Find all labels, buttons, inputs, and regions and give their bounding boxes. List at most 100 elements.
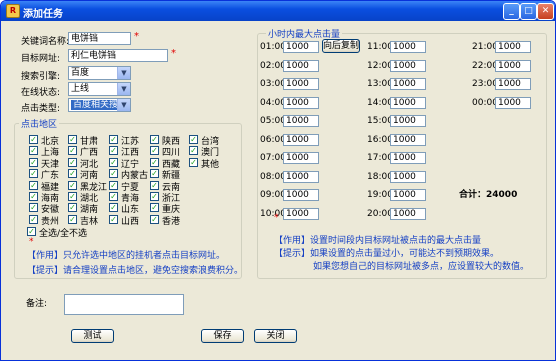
online-status-select[interactable]: 上线 ▼ [68, 82, 131, 96]
target-url-label: 目标网址: [21, 54, 61, 64]
hour-max-clicks-input[interactable]: 1000 [390, 115, 426, 127]
region-checkbox[interactable]: ✓ [68, 192, 77, 201]
region-label: 贵州 [41, 216, 60, 227]
search-engine-select[interactable]: 百度 ▼ [68, 66, 131, 80]
region-checkbox[interactable]: ✓ [109, 135, 118, 144]
app-icon: R [6, 4, 20, 18]
close-button[interactable]: 关闭 [254, 329, 297, 343]
region-checkbox[interactable]: ✓ [68, 146, 77, 156]
remark-label: 备注: [26, 299, 48, 309]
region-checkbox[interactable]: ✓ [29, 146, 38, 156]
region-checkbox[interactable]: ✓ [109, 169, 118, 179]
region-checkbox[interactable]: ✓ [68, 180, 77, 190]
region-checkbox[interactable]: ✓ [68, 157, 77, 167]
region-checkbox[interactable]: ✓ [29, 180, 38, 190]
region-checkbox[interactable]: ✓ [29, 192, 38, 201]
hour-max-clicks-input[interactable]: 1000 [390, 170, 426, 183]
hour-max-clicks-input[interactable]: 1000 [283, 189, 319, 201]
region-checkbox[interactable]: ✓ [150, 192, 159, 201]
total-display: 合计：24000 [459, 187, 517, 200]
hourly-hint-note: 【提示】如果设置的点击量过小，可能达不到预期效果。 [274, 246, 499, 259]
save-button[interactable]: 保存 [201, 329, 244, 343]
copy-forward-button[interactable]: 向后复制 [322, 39, 360, 53]
hour-max-clicks-input[interactable]: 1000 [390, 59, 426, 72]
hour-max-clicks-input[interactable]: 1000 [283, 41, 319, 53]
region-checkbox[interactable]: ✓ [29, 135, 38, 144]
hint-text: 请合理设置点击地区，避免空搜索浪费积分。 [63, 266, 244, 276]
keyword-input[interactable]: 电饼铛 [68, 32, 131, 45]
required-star: * [134, 31, 139, 42]
select-all-label: 全选/全不选 [39, 229, 88, 239]
hour-max-clicks-input[interactable]: 1000 [283, 133, 319, 146]
region-checkbox[interactable]: ✓ [109, 203, 118, 213]
region-checkbox[interactable]: ✓ [29, 169, 38, 179]
required-star: * [171, 48, 176, 59]
region-label: 香港 [162, 216, 181, 227]
hour-max-clicks-input[interactable]: 1000 [283, 207, 319, 220]
region-checkbox[interactable]: ✓ [109, 180, 118, 190]
region-checkbox[interactable]: ✓ [109, 157, 118, 167]
region-checkbox[interactable]: ✓ [150, 157, 159, 167]
hour-max-clicks-input[interactable]: 1000 [495, 96, 531, 109]
hour-max-clicks-input[interactable]: 1000 [390, 41, 426, 53]
online-status-label: 在线状态: [21, 88, 61, 98]
chevron-down-icon[interactable]: ▼ [117, 67, 130, 79]
click-type-select[interactable]: 百度相关搜索 ▼ [68, 98, 131, 112]
remark-textarea[interactable] [64, 294, 184, 315]
region-checkbox[interactable]: ✓ [189, 157, 198, 167]
hour-max-clicks-input[interactable]: 1000 [283, 170, 319, 183]
effect-text: 只允许选中地区的挂机者点击目标网址。 [63, 251, 226, 261]
hour-max-clicks-input[interactable]: 1000 [390, 152, 426, 164]
region-checkbox[interactable]: ✓ [68, 203, 77, 213]
maximize-button[interactable]: □ [520, 3, 537, 20]
search-engine-label: 搜索引擎: [21, 72, 61, 82]
region-checkbox[interactable]: ✓ [29, 214, 38, 224]
region-checkbox[interactable]: ✓ [109, 192, 118, 201]
chevron-down-icon[interactable]: ▼ [117, 99, 130, 111]
hour-max-clicks-input[interactable]: 1000 [390, 78, 426, 90]
region-checkbox[interactable]: ✓ [150, 169, 159, 179]
region-checkbox[interactable]: ✓ [150, 135, 159, 144]
test-button[interactable]: 测试 [71, 329, 114, 343]
hour-max-clicks-input[interactable]: 1000 [390, 207, 426, 220]
region-checkbox[interactable]: ✓ [68, 135, 77, 144]
region-checkbox[interactable]: ✓ [109, 146, 118, 156]
effect-tag: 【作用】 [274, 236, 311, 246]
hour-max-clicks-input[interactable]: 1000 [390, 96, 426, 109]
region-checkbox[interactable]: ✓ [109, 214, 118, 224]
hint-tag: 【提示】 [274, 249, 311, 259]
hint-text-2: 如果您想自己的目标网址被多点，应设置较大的数值。 [313, 262, 530, 272]
region-effect-note: 【作用】只允许选中地区的挂机者点击目标网址。 [27, 248, 225, 261]
hour-max-clicks-input[interactable]: 1000 [495, 41, 531, 53]
minimize-button[interactable]: _ [503, 3, 520, 20]
hour-max-clicks-input[interactable]: 1000 [495, 59, 531, 72]
region-checkbox[interactable]: ✓ [150, 180, 159, 190]
required-star: * [274, 213, 279, 223]
keyword-label: 关键词名称: [21, 37, 70, 47]
hour-max-clicks-input[interactable]: 1000 [283, 115, 319, 127]
region-checkbox[interactable]: ✓ [189, 146, 198, 156]
hour-max-clicks-input[interactable]: 1000 [390, 133, 426, 146]
close-window-button[interactable]: ✕ [537, 3, 554, 20]
hour-max-clicks-input[interactable]: 1000 [283, 78, 319, 90]
hour-max-clicks-input[interactable]: 1000 [283, 96, 319, 109]
region-checkbox[interactable]: ✓ [29, 203, 38, 213]
title-bar[interactable]: R 添加任务 _ □ ✕ [1, 1, 555, 21]
hourly-hint-note-2: 如果您想自己的目标网址被多点，应设置较大的数值。 [313, 259, 529, 272]
region-checkbox[interactable]: ✓ [189, 135, 198, 144]
add-task-dialog: R 添加任务 _ □ ✕ 关键词名称: 电饼铛 * 目标网址: 利仁电饼铛 * … [0, 0, 556, 361]
region-checkbox[interactable]: ✓ [68, 169, 77, 179]
region-checkbox[interactable]: ✓ [150, 214, 159, 224]
target-url-input[interactable]: 利仁电饼铛 [68, 49, 168, 62]
hour-max-clicks-input[interactable]: 1000 [390, 189, 426, 201]
region-checkbox[interactable]: ✓ [29, 157, 38, 167]
region-checkbox[interactable]: ✓ [68, 214, 77, 224]
window-title: 添加任务 [23, 9, 63, 20]
region-checkbox[interactable]: ✓ [150, 146, 159, 156]
select-all-checkbox[interactable]: ✓ [27, 227, 36, 236]
hour-max-clicks-input[interactable]: 1000 [495, 78, 531, 90]
region-checkbox[interactable]: ✓ [150, 203, 159, 213]
hour-max-clicks-input[interactable]: 1000 [283, 59, 319, 72]
chevron-down-icon[interactable]: ▼ [117, 83, 130, 95]
hour-max-clicks-input[interactable]: 1000 [283, 152, 319, 164]
